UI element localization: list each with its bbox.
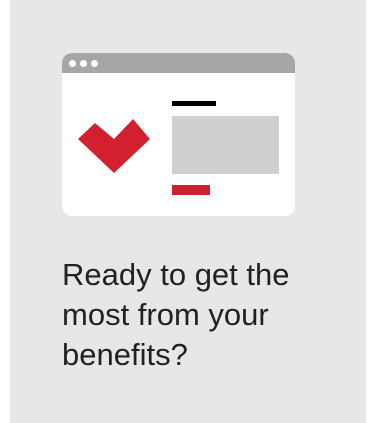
browser-window-illustration xyxy=(62,53,295,216)
button-placeholder xyxy=(172,185,210,195)
promo-card[interactable]: Ready to get the most from your benefits… xyxy=(10,0,366,423)
browser-titlebar xyxy=(62,53,295,73)
image-placeholder xyxy=(172,116,279,174)
window-dot-icon xyxy=(69,60,76,67)
heart-icon xyxy=(78,119,150,173)
window-dot-icon xyxy=(91,60,98,67)
text-line-placeholder xyxy=(172,101,216,106)
promo-headline: Ready to get the most from your benefits… xyxy=(62,257,290,372)
window-dot-icon xyxy=(80,60,87,67)
